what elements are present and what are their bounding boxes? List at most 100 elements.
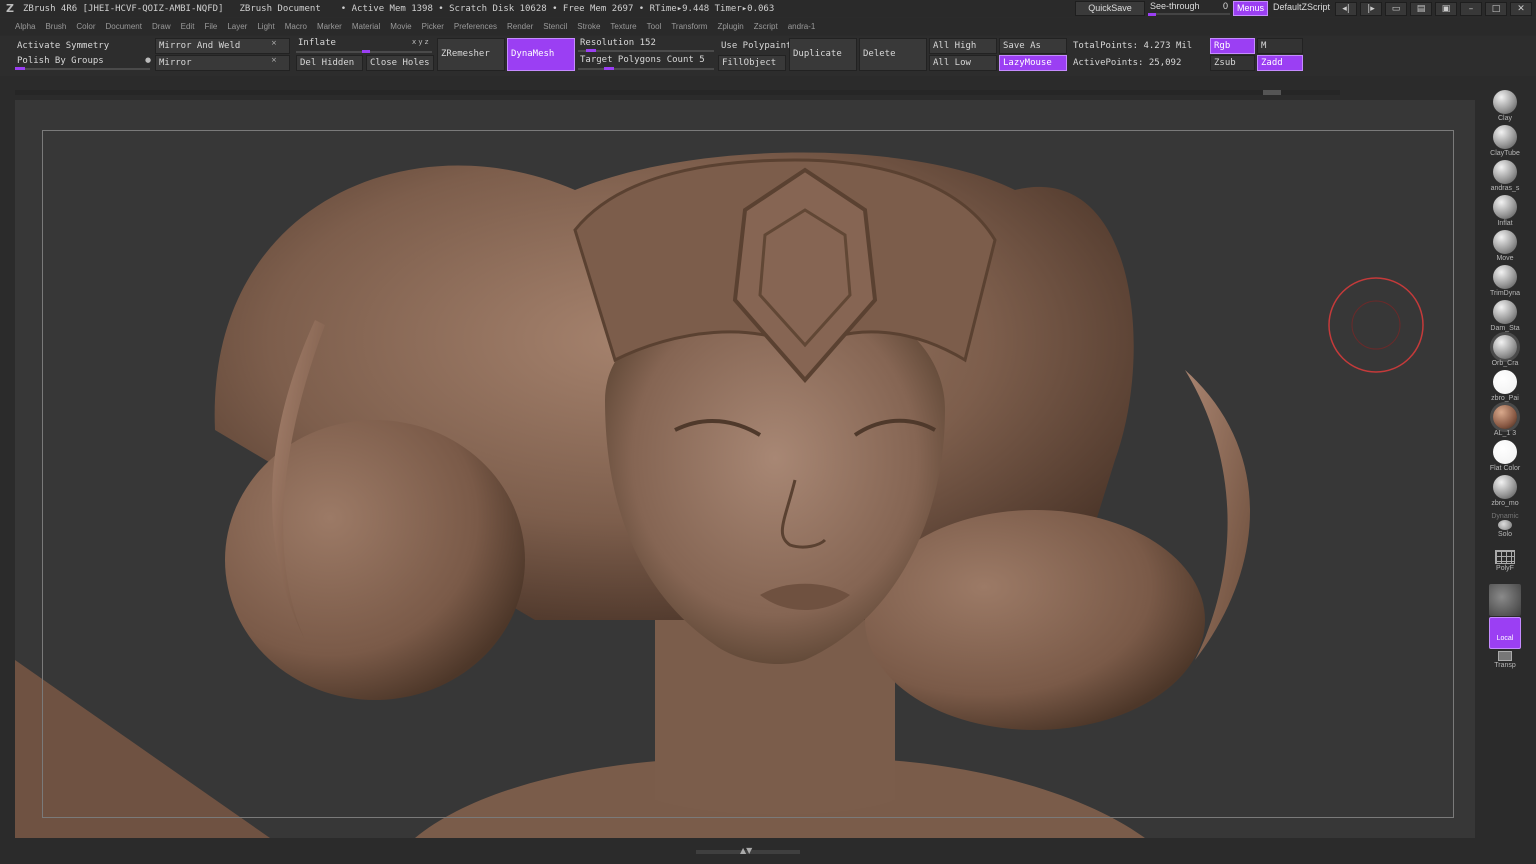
all-high-button[interactable]: All High: [929, 38, 997, 54]
close-icon[interactable]: ✕: [1510, 1, 1532, 16]
activate-symmetry-button[interactable]: Activate Symmetry: [17, 41, 109, 51]
menu-item[interactable]: Color: [76, 22, 95, 31]
resolution-slider-label[interactable]: Resolution 152: [580, 38, 656, 48]
polish-by-groups-button[interactable]: Polish By Groups: [17, 56, 104, 66]
damstandard-brush-icon: [1493, 300, 1517, 324]
target-polygons-label[interactable]: Target Polygons Count 5: [580, 55, 705, 65]
duplicate-button[interactable]: Duplicate: [789, 38, 857, 71]
mirror-and-weld-button[interactable]: Mirror And Weld: [155, 38, 290, 54]
shelf-item-label: ClayTube: [1490, 150, 1520, 157]
menu-item[interactable]: Edit: [181, 22, 195, 31]
menu-item[interactable]: Texture: [610, 22, 636, 31]
menu-item[interactable]: Movie: [390, 22, 411, 31]
close-holes-button[interactable]: Close Holes: [366, 55, 434, 71]
menu-item[interactable]: Stencil: [543, 22, 567, 31]
shelf-item[interactable]: ClayTube: [1482, 125, 1528, 157]
menu-item[interactable]: Zscript: [754, 22, 778, 31]
menus-button[interactable]: Menus: [1232, 1, 1268, 16]
shelf-item-label: Flat Color: [1489, 465, 1521, 472]
menu-item[interactable]: Macro: [285, 22, 307, 31]
shelf-item[interactable]: Transp: [1482, 651, 1528, 669]
menu-item[interactable]: Zplugin: [717, 22, 743, 31]
shelf-item[interactable]: Dynamic: [1482, 512, 1528, 520]
shelf-item[interactable]: andras_s: [1482, 160, 1528, 192]
shelf-item[interactable]: Solo: [1482, 520, 1528, 538]
menu-item[interactable]: Render: [507, 22, 533, 31]
tray-toggle-icon[interactable]: ▲▼: [740, 846, 752, 855]
menu-item[interactable]: Transform: [671, 22, 707, 31]
shelf-item[interactable]: zbro_Pai: [1482, 370, 1528, 402]
lazymouse-button[interactable]: LazyMouse: [999, 55, 1067, 71]
polish-slider[interactable]: [15, 67, 150, 70]
see-through-slider[interactable]: See-through 0: [1147, 1, 1230, 16]
save-as-button[interactable]: Save As: [999, 38, 1067, 54]
default-zscript-button[interactable]: DefaultZScript: [1271, 1, 1332, 16]
menu-item[interactable]: Draw: [152, 22, 171, 31]
shelf-item[interactable]: Move: [1482, 230, 1528, 262]
shelf-item[interactable]: Dam_Sta: [1482, 300, 1528, 332]
maximize-icon[interactable]: □: [1485, 1, 1507, 16]
target-polygons-slider[interactable]: [578, 67, 714, 70]
palette-scroll-strip[interactable]: [15, 90, 1340, 95]
local-symmetry-icon: [1489, 617, 1521, 649]
menu-item[interactable]: Layer: [227, 22, 247, 31]
resolution-slider[interactable]: [578, 49, 714, 52]
document-frame: [42, 130, 1454, 818]
bottom-bar: ▲▼: [0, 842, 1536, 864]
layout-icon[interactable]: ▭: [1385, 1, 1407, 16]
shelf-item[interactable]: Flat Color: [1482, 440, 1528, 472]
shelf-item-label: PolyF: [1496, 565, 1514, 572]
shelf-item[interactable]: Clay: [1482, 90, 1528, 122]
del-hidden-button[interactable]: Del Hidden: [296, 55, 363, 71]
menu-item[interactable]: Preferences: [454, 22, 497, 31]
inflate-slider[interactable]: [296, 50, 432, 53]
shelf-item[interactable]: zbro_mo: [1482, 475, 1528, 507]
fill-object-button[interactable]: FillObject: [718, 55, 786, 71]
shelf-item-label: zbro_Pai: [1491, 395, 1519, 402]
see-through-track: [1147, 13, 1230, 15]
quicksave-button[interactable]: QuickSave: [1074, 1, 1145, 16]
shelf-item-label: zbro_mo: [1491, 500, 1519, 507]
see-through-label: See-through: [1149, 1, 1200, 11]
menu-item[interactable]: Light: [257, 22, 274, 31]
palette-scroll-thumb[interactable]: [1263, 90, 1281, 95]
menu-item[interactable]: Tool: [647, 22, 662, 31]
scroll-right-icon[interactable]: |▸: [1360, 1, 1382, 16]
document-canvas[interactable]: [15, 100, 1475, 838]
zremesher-button[interactable]: ZRemesher: [437, 38, 505, 71]
menu-item[interactable]: Marker: [317, 22, 342, 31]
menu-item[interactable]: andra-1: [788, 22, 816, 31]
rgb-button[interactable]: Rgb: [1210, 38, 1255, 54]
mirror-button[interactable]: Mirror: [155, 55, 290, 71]
menu-item[interactable]: Material: [352, 22, 380, 31]
inflate-axes[interactable]: x y z: [412, 38, 428, 46]
zadd-button[interactable]: Zadd: [1257, 55, 1303, 71]
scroll-left-icon[interactable]: ◂|: [1335, 1, 1357, 16]
all-low-button[interactable]: All Low: [929, 55, 997, 71]
dynamesh-button[interactable]: DynaMesh: [507, 38, 575, 71]
lock-icon[interactable]: ▣: [1435, 1, 1457, 16]
menu-item[interactable]: Brush: [45, 22, 66, 31]
menu-item[interactable]: Stroke: [577, 22, 600, 31]
shelf-item[interactable]: Orb_Cra: [1482, 335, 1528, 367]
menu-item[interactable]: Document: [106, 22, 142, 31]
minimize-icon[interactable]: –: [1460, 1, 1482, 16]
menu-item[interactable]: File: [204, 22, 217, 31]
m-button[interactable]: M: [1257, 38, 1303, 54]
shelf-item-label: Clay: [1497, 115, 1512, 122]
memory-stats: • Active Mem 1398 • Scratch Disk 10628 •…: [340, 3, 775, 14]
shelf-item[interactable]: PolyF: [1482, 550, 1528, 572]
menu-item[interactable]: Alpha: [15, 22, 35, 31]
layout-alt-icon[interactable]: ▤: [1410, 1, 1432, 16]
tool-palette: Activate Symmetry Polish By Groups ● Mir…: [0, 36, 1536, 76]
shelf-item[interactable]: Inflat: [1482, 195, 1528, 227]
paint-material-icon: [1493, 370, 1517, 394]
see-through-fill: [1147, 13, 1156, 16]
zsub-button[interactable]: Zsub: [1210, 55, 1255, 71]
use-polypaint-button[interactable]: Use Polypaint: [721, 41, 791, 51]
menu-item[interactable]: Picker: [422, 22, 444, 31]
delete-button[interactable]: Delete: [859, 38, 927, 71]
shelf-item[interactable]: TrimDyna: [1482, 265, 1528, 297]
shelf-item[interactable]: AL_1 3: [1482, 405, 1528, 437]
shelf-item[interactable]: Local: [1482, 617, 1528, 649]
